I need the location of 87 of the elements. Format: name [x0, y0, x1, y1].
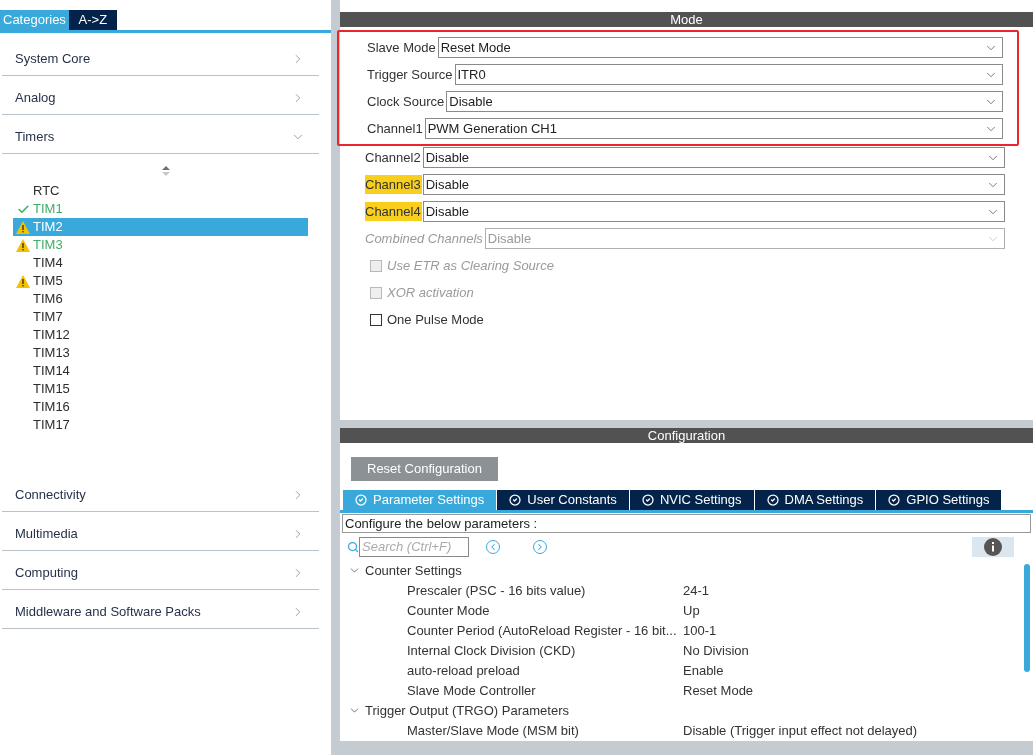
check-circle-icon: [509, 493, 522, 506]
timer-item[interactable]: TIM12: [13, 326, 308, 344]
section-header: Configuration: [340, 428, 1033, 443]
timer-label: TIM14: [33, 362, 70, 381]
check-circle-icon: [641, 493, 654, 506]
timer-label: TIM4: [33, 254, 63, 273]
parameter-name: Counter Mode: [406, 602, 491, 620]
timer-item[interactable]: TIM17: [13, 416, 308, 434]
check-circle-icon: [888, 493, 901, 506]
parameter-name: auto-reload preload: [406, 662, 521, 680]
parameter-name: Slave Mode Controller: [406, 682, 537, 700]
parameter-value: Up: [683, 602, 700, 620]
check-circle-icon: [355, 493, 367, 506]
select-field[interactable]: ITR0: [454, 64, 1003, 85]
field-label: Channel2: [365, 148, 422, 167]
timer-item[interactable]: RTC: [13, 182, 308, 200]
timer-label: TIM16: [33, 398, 70, 417]
check-icon: [16, 202, 30, 216]
parameter-value: Enable: [683, 662, 724, 680]
field-label: Clock Source: [367, 92, 446, 111]
parameter-name: Prescaler (PSC - 16 bits value): [406, 582, 587, 600]
timer-label: TIM6: [33, 290, 63, 309]
field-label: Trigger Source: [367, 65, 454, 84]
group-header[interactable]: Trigger Output (TRGO) Parameters: [340, 700, 569, 721]
select-field[interactable]: Disable: [422, 147, 1005, 168]
parameter-value: Disable (Trigger input effect not delayed): [683, 722, 918, 740]
scrollbar-thumb[interactable]: [1023, 563, 1030, 672]
select-field[interactable]: Disable: [422, 174, 1005, 195]
parameter-value: Reset Mode: [683, 682, 754, 700]
category-item[interactable]: Analog: [2, 76, 319, 115]
search-icon: [347, 540, 359, 553]
field-label: Channel1: [367, 119, 424, 138]
timer-label: TIM13: [33, 344, 70, 363]
settings-tab[interactable]: DMA Settings: [754, 489, 876, 510]
timer-item[interactable]: TIM7: [13, 308, 308, 326]
timer-item[interactable]: TIM5: [13, 272, 308, 290]
timer-label: RTC: [33, 182, 60, 201]
timer-label: TIM1: [33, 200, 63, 219]
parameter-value: 24-1: [683, 582, 710, 600]
timer-label: TIM2: [33, 218, 63, 237]
settings-tab[interactable]: NVIC Settings: [629, 489, 754, 510]
timer-label: TIM5: [33, 272, 63, 291]
info-button[interactable]: [972, 536, 1014, 557]
category-item[interactable]: Middleware and Software Packs: [2, 590, 319, 629]
category-item[interactable]: Timers: [2, 115, 319, 154]
parameter-name: Master/Slave Mode (MSM bit): [406, 722, 580, 740]
category-item[interactable]: Connectivity: [2, 473, 319, 512]
parameter-name: Internal Clock Division (CKD): [406, 642, 577, 660]
select-field[interactable]: PWM Generation CH1: [424, 118, 1003, 139]
field-label: Combined Channels: [365, 229, 484, 248]
field-label: Channel4: [365, 201, 422, 222]
category-item[interactable]: Computing: [2, 551, 319, 590]
timer-item[interactable]: TIM14: [13, 362, 308, 380]
timer-label: TIM7: [33, 308, 63, 327]
timer-label: TIM17: [33, 416, 70, 435]
timer-item[interactable]: TIM16: [13, 398, 308, 416]
sort-arrows-icon[interactable]: [161, 166, 170, 176]
timer-label: TIM15: [33, 380, 70, 399]
hint-text: Configure the below parameters :: [342, 513, 1031, 533]
warning-icon: [16, 274, 30, 288]
splitter-bar[interactable]: [331, 0, 340, 755]
field-label: Channel3: [365, 174, 422, 195]
check-circle-icon: [766, 493, 779, 506]
timer-label: TIM3: [33, 236, 63, 255]
checkbox-option[interactable]: One Pulse Mode: [370, 306, 484, 333]
parameter-name: Counter Period (AutoReload Register - 16 bit...: [406, 622, 678, 640]
parameter-value: 100-1: [683, 622, 717, 640]
settings-tab[interactable]: User Constants: [497, 489, 629, 510]
select-field[interactable]: Disable: [446, 91, 1003, 112]
group-header[interactable]: Counter Settings: [340, 560, 462, 581]
sidebar-tab[interactable]: A->Z: [68, 10, 117, 30]
search-field[interactable]: Search (Ctrl+F): [359, 536, 469, 557]
timer-item[interactable]: TIM4: [13, 254, 308, 272]
timer-item[interactable]: TIM15: [13, 380, 308, 398]
parameter-value: No Division: [683, 642, 749, 660]
select-field[interactable]: Reset Mode: [437, 37, 1003, 58]
warning-icon: [16, 220, 30, 234]
category-item[interactable]: System Core: [2, 37, 319, 76]
section-header: Mode: [340, 12, 1033, 27]
timer-label: TIM12: [33, 326, 70, 345]
field-label: Slave Mode: [367, 38, 437, 57]
timer-item[interactable]: TIM6: [13, 290, 308, 308]
warning-icon: [16, 238, 30, 252]
select-field[interactable]: Disable: [422, 201, 1005, 222]
timer-item[interactable]: TIM13: [13, 344, 308, 362]
settings-tab[interactable]: GPIO Settings: [876, 489, 1002, 510]
category-item[interactable]: Multimedia: [2, 512, 319, 551]
